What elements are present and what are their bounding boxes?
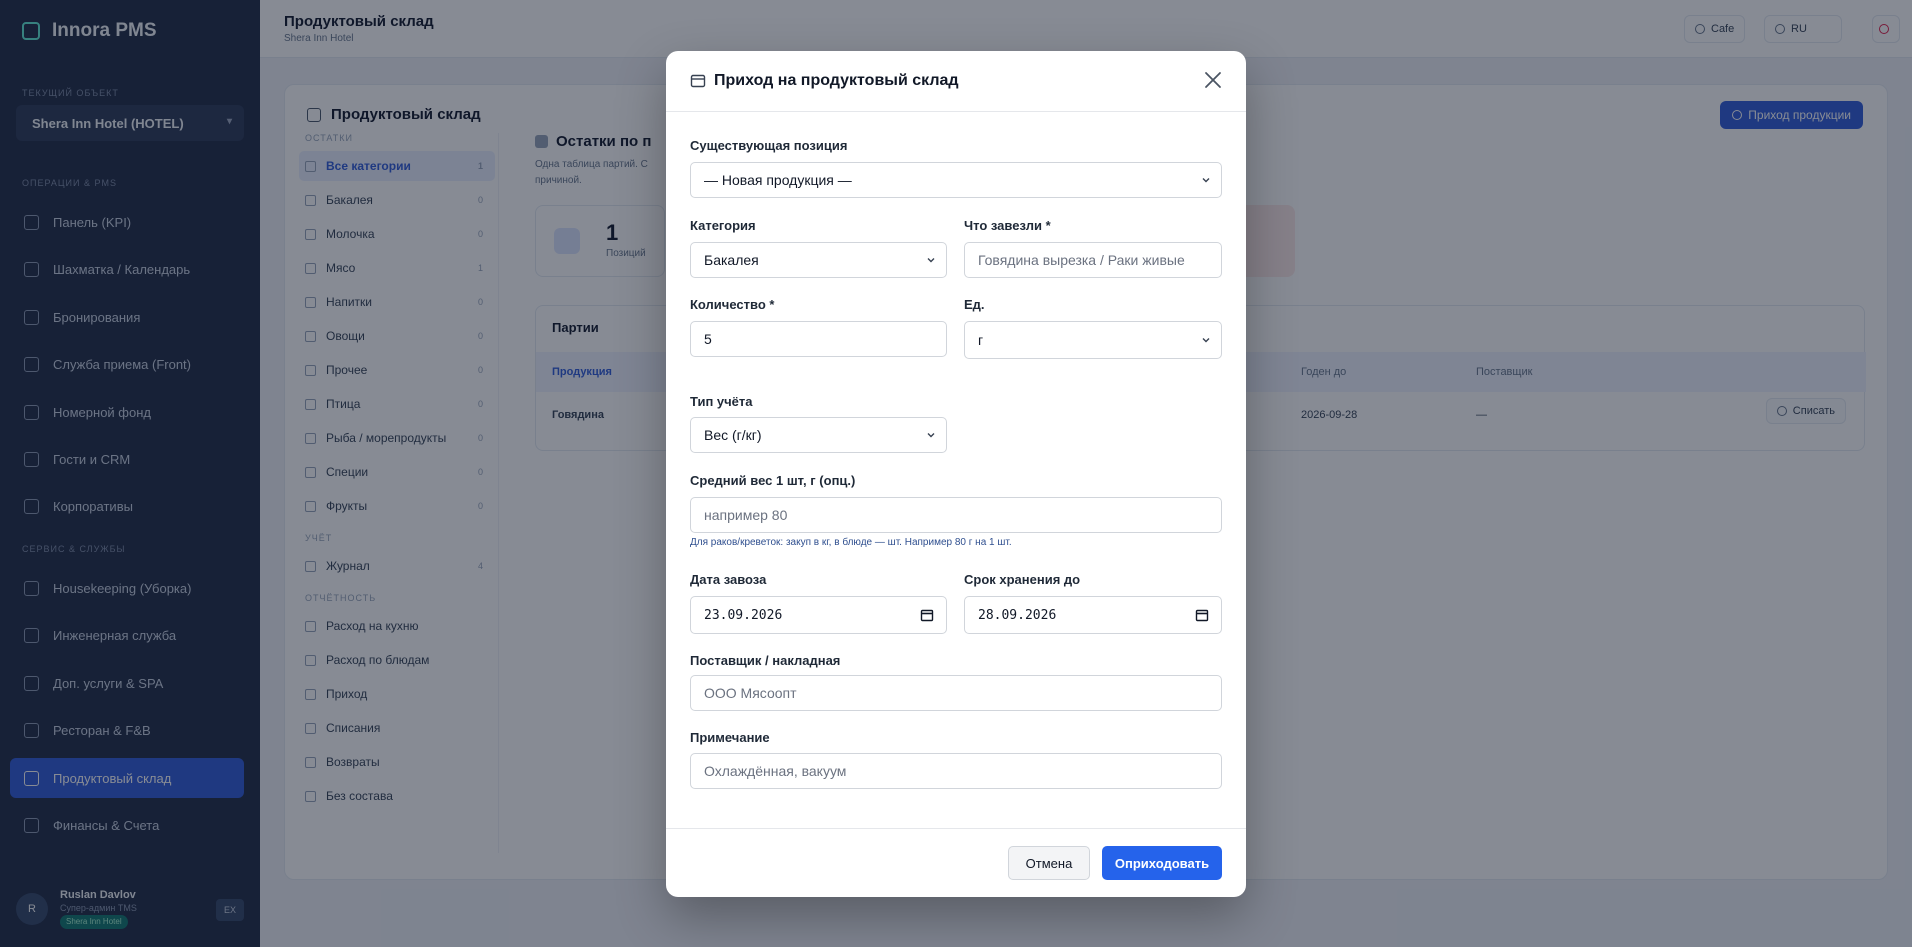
chevron-down-icon [1202,338,1210,343]
submit-button[interactable]: Оприходовать [1102,846,1222,880]
what-input[interactable]: Говядина вырезка / Раки живые [964,242,1222,278]
modal-title: Приход на продуктовый склад [690,72,959,90]
avg-weight-input[interactable]: например 80 [690,497,1222,533]
cancel-button[interactable]: Отмена [1008,846,1090,880]
delivery-date-label: Дата завоза [690,572,767,587]
note-label: Примечание [690,730,770,745]
expiry-date-input[interactable]: 28.09.2026 [964,596,1222,634]
quantity-input[interactable]: 5 [690,321,947,357]
category-select[interactable]: Бакалея [690,242,947,278]
chevron-down-icon [927,433,935,438]
box-icon [690,74,706,88]
avg-weight-label: Средний вес 1 шт, г (опц.) [690,473,856,488]
unit-label: Ед. [964,297,985,312]
avg-weight-hint: Для раков/креветок: закуп в кг, в блюде … [690,537,1012,548]
expiry-date-label: Срок хранения до [964,572,1081,587]
category-label: Категория [690,218,756,233]
modal-header: Приход на продуктовый склад [666,51,1246,112]
chevron-down-icon [1202,178,1210,183]
existing-position-select[interactable]: — Новая продукция — [690,162,1222,198]
quantity-label: Количество * [690,297,775,312]
calendar-icon[interactable] [920,608,934,622]
note-input[interactable]: Охлаждённая, вакуум [690,753,1222,789]
receive-modal: Приход на продуктовый склад Существующая… [666,51,1246,897]
unit-select[interactable]: г [964,321,1222,359]
accounting-type-label: Тип учёта [690,394,753,409]
supplier-input[interactable]: ООО Мясоопт [690,675,1222,711]
modal-footer: Отмена Оприходовать [666,828,1246,897]
supplier-label: Поставщик / накладная [690,653,841,668]
delivery-date-input[interactable]: 23.09.2026 [690,596,947,634]
chevron-down-icon [927,258,935,263]
what-label: Что завезли * [964,218,1051,233]
close-icon[interactable] [1202,69,1224,91]
calendar-icon[interactable] [1195,608,1209,622]
accounting-type-select[interactable]: Вес (г/кг) [690,417,947,453]
existing-position-label: Существующая позиция [690,138,848,153]
